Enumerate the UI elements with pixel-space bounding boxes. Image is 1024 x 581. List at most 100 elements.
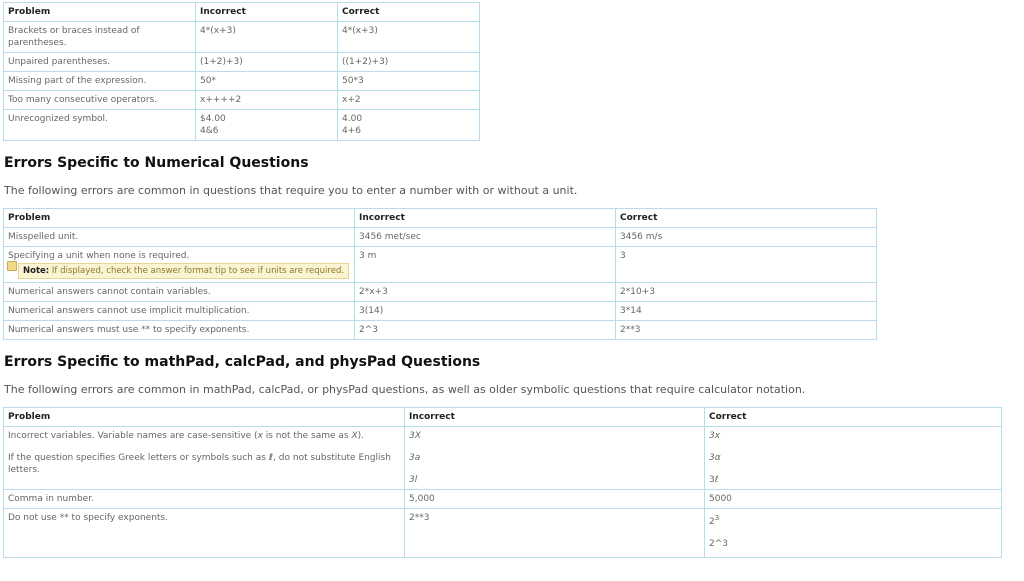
table-row: Unrecognized symbol. $4.00 4&6 4.00 4+6 bbox=[3, 109, 480, 141]
text-segment: If the question specifies Greek letters … bbox=[8, 453, 269, 463]
incorrect-cell: 3X 3a 3l bbox=[404, 426, 705, 490]
table-row: Missing part of the expression. 50* 50*3 bbox=[3, 71, 480, 91]
incorrect-value: 3l bbox=[409, 475, 418, 485]
text-segment: is not the same as bbox=[262, 431, 352, 441]
table-header-row: Problem Incorrect Correct bbox=[3, 208, 877, 228]
problem-cell: Unpaired parentheses. bbox=[3, 52, 196, 72]
incorrect-cell: $4.00 4&6 bbox=[195, 109, 338, 141]
pad-errors-intro: The following errors are common in mathP… bbox=[4, 383, 806, 396]
column-header-correct: Correct bbox=[337, 2, 480, 22]
incorrect-value: 4&6 bbox=[200, 126, 219, 136]
correct-value: 3ℓ bbox=[709, 475, 719, 485]
note-callout: Note: If displayed, check the answer for… bbox=[7, 261, 350, 279]
problem-cell: Missing part of the expression. bbox=[3, 71, 196, 91]
correct-cell: 23 2^3 bbox=[704, 508, 1002, 558]
table-row: Comma in number. 5,000 5000 bbox=[3, 489, 1002, 509]
note-icon bbox=[7, 261, 17, 271]
correct-cell: 2*10+3 bbox=[615, 282, 877, 302]
correct-cell: 50*3 bbox=[337, 71, 480, 91]
incorrect-cell: 3(14) bbox=[354, 301, 616, 321]
page: Problem Incorrect Correct Brackets or br… bbox=[0, 0, 1024, 558]
numerical-errors-intro: The following errors are common in quest… bbox=[4, 184, 578, 197]
column-header-problem: Problem bbox=[3, 208, 355, 228]
table-row: Unpaired parentheses. (1+2)+3) ((1+2)+3) bbox=[3, 52, 480, 72]
problem-cell: Brackets or braces instead of parenthese… bbox=[3, 21, 196, 53]
column-header-problem: Problem bbox=[3, 407, 405, 427]
problem-text: Specifying a unit when none is required. bbox=[8, 251, 190, 261]
text-segment: Incorrect variables. Variable names are … bbox=[8, 431, 258, 441]
correct-cell: 2**3 bbox=[615, 320, 877, 340]
table-row: Specifying a unit when none is required.… bbox=[3, 246, 877, 283]
column-header-incorrect: Incorrect bbox=[404, 407, 705, 427]
text-segment: ). bbox=[357, 431, 365, 441]
correct-cell: 3x 3α 3ℓ bbox=[704, 426, 1002, 490]
incorrect-cell: 5,000 bbox=[404, 489, 705, 509]
correct-value: 3x bbox=[709, 431, 721, 441]
correct-value: 23 bbox=[709, 512, 997, 528]
correct-value: 4.00 bbox=[342, 114, 363, 124]
column-header-incorrect: Incorrect bbox=[195, 2, 338, 22]
incorrect-value: 3X bbox=[409, 431, 421, 441]
general-errors-table: Problem Incorrect Correct Brackets or br… bbox=[3, 2, 480, 141]
correct-value: 4+6 bbox=[342, 126, 361, 136]
correct-cell: x+2 bbox=[337, 90, 480, 110]
note-label: Note: bbox=[23, 266, 50, 276]
incorrect-cell: 4*(x+3) bbox=[195, 21, 338, 53]
table-row: Too many consecutive operators. x++++2 x… bbox=[3, 90, 480, 110]
correct-cell: 3*14 bbox=[615, 301, 877, 321]
incorrect-cell: 2**3 bbox=[404, 508, 705, 558]
correct-cell: 4*(x+3) bbox=[337, 21, 480, 53]
correct-cell: 5000 bbox=[704, 489, 1002, 509]
problem-cell: Unrecognized symbol. bbox=[3, 109, 196, 141]
table-row: Numerical answers must use ** to specify… bbox=[3, 320, 877, 340]
incorrect-cell: 2*x+3 bbox=[354, 282, 616, 302]
correct-value: 2^3 bbox=[709, 539, 728, 549]
incorrect-value: $4.00 bbox=[200, 114, 226, 124]
correct-cell: 3 bbox=[615, 246, 877, 283]
incorrect-cell: 3 m bbox=[354, 246, 616, 283]
numerical-errors-heading: Errors Specific to Numerical Questions bbox=[4, 155, 309, 171]
table-row: Misspelled unit. 3456 met/sec 3456 m/s bbox=[3, 227, 877, 247]
table-row: Brackets or braces instead of parenthese… bbox=[3, 21, 480, 53]
pad-errors-table: Problem Incorrect Correct Incorrect vari… bbox=[3, 407, 1002, 558]
pad-errors-heading: Errors Specific to mathPad, calcPad, and… bbox=[4, 354, 481, 370]
incorrect-cell: 2^3 bbox=[354, 320, 616, 340]
problem-cell: Misspelled unit. bbox=[3, 227, 355, 247]
problem-text-greek: If the question specifies Greek letters … bbox=[8, 452, 400, 476]
problem-cell: Incorrect variables. Variable names are … bbox=[3, 426, 405, 490]
column-header-problem: Problem bbox=[3, 2, 196, 22]
incorrect-cell: x++++2 bbox=[195, 90, 338, 110]
correct-cell: 4.00 4+6 bbox=[337, 109, 480, 141]
problem-cell: Comma in number. bbox=[3, 489, 405, 509]
problem-cell: Do not use ** to specify exponents. bbox=[3, 508, 405, 558]
incorrect-cell: 50* bbox=[195, 71, 338, 91]
table-row: Numerical answers cannot use implicit mu… bbox=[3, 301, 877, 321]
problem-cell: Numerical answers cannot use implicit mu… bbox=[3, 301, 355, 321]
incorrect-value: 3a bbox=[409, 453, 421, 463]
problem-text-variables: Incorrect variables. Variable names are … bbox=[8, 430, 400, 442]
table-row: Incorrect variables. Variable names are … bbox=[3, 426, 1002, 490]
column-header-incorrect: Incorrect bbox=[354, 208, 616, 228]
problem-cell: Too many consecutive operators. bbox=[3, 90, 196, 110]
problem-cell: Specifying a unit when none is required.… bbox=[3, 246, 355, 283]
table-row: Numerical answers cannot contain variabl… bbox=[3, 282, 877, 302]
column-header-correct: Correct bbox=[615, 208, 877, 228]
problem-cell: Numerical answers cannot contain variabl… bbox=[3, 282, 355, 302]
correct-value: 3α bbox=[709, 453, 721, 463]
column-header-correct: Correct bbox=[704, 407, 1002, 427]
exponent-power: 3 bbox=[714, 514, 720, 522]
note-text: If displayed, check the answer format ti… bbox=[51, 266, 345, 276]
table-header-row: Problem Incorrect Correct bbox=[3, 2, 480, 22]
correct-cell: 3456 m/s bbox=[615, 227, 877, 247]
correct-cell: ((1+2)+3) bbox=[337, 52, 480, 72]
incorrect-cell: 3456 met/sec bbox=[354, 227, 616, 247]
table-header-row: Problem Incorrect Correct bbox=[3, 407, 1002, 427]
incorrect-cell: (1+2)+3) bbox=[195, 52, 338, 72]
problem-cell: Numerical answers must use ** to specify… bbox=[3, 320, 355, 340]
